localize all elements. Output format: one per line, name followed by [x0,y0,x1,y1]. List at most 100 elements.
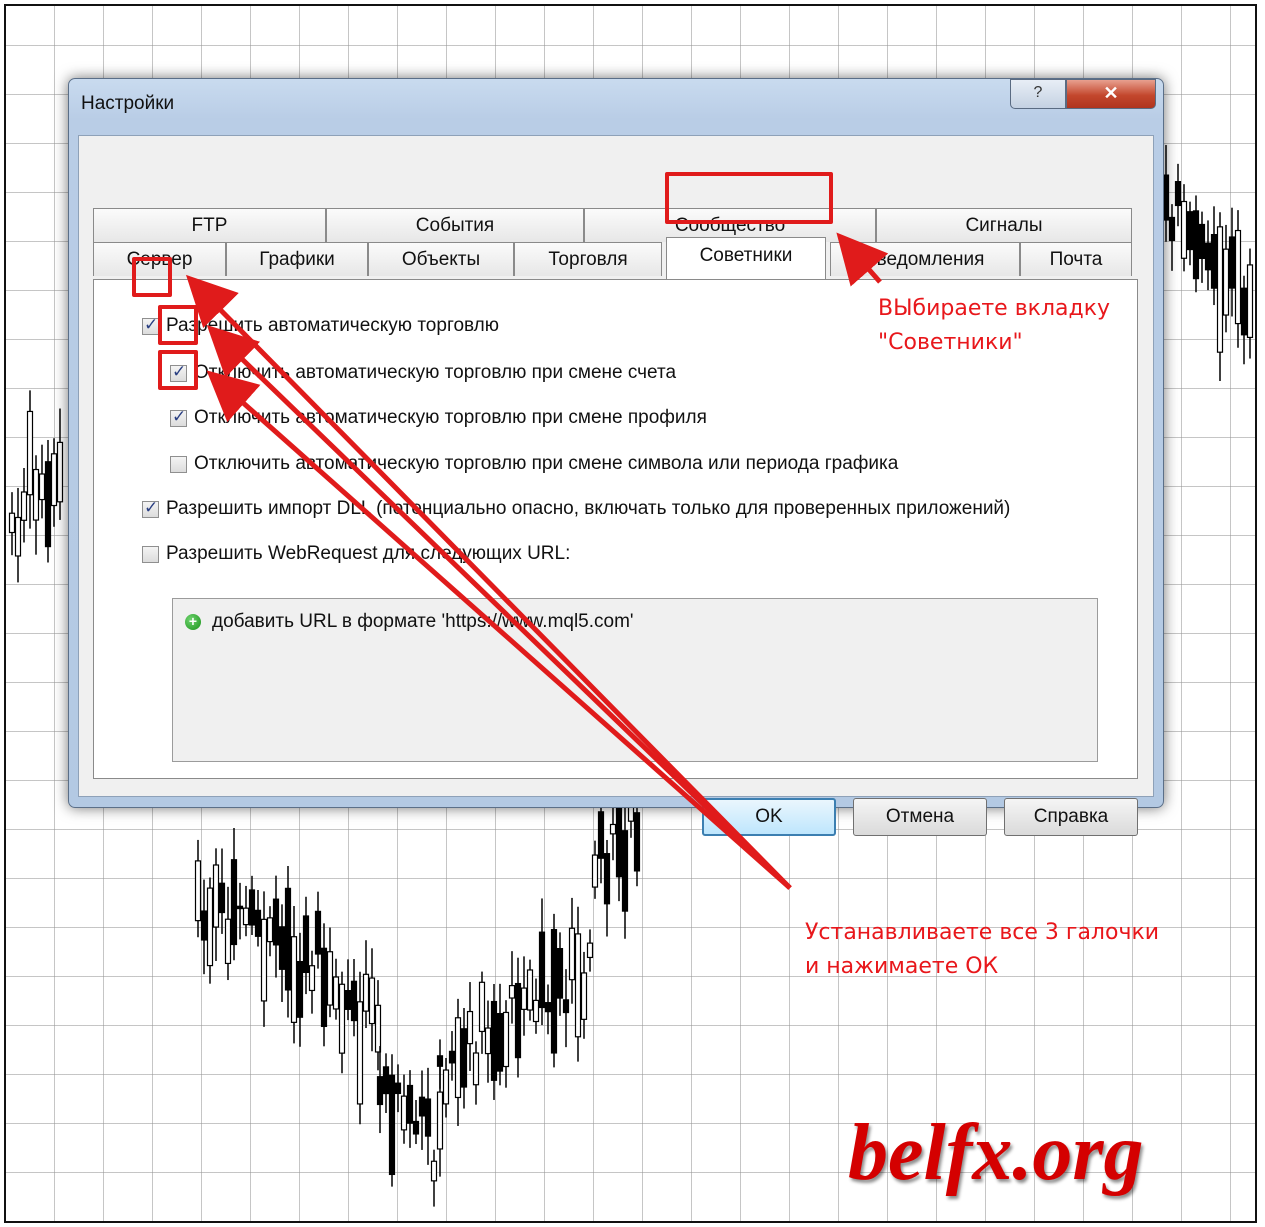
candle-body [382,1066,390,1095]
candle-body [260,918,268,1002]
option-label: Отключить автоматическую торговлю при см… [194,407,707,428]
dialog-client-area: FTP События Сообщество Сигналы Сервер Гр… [78,135,1154,836]
checkbox-unchecked[interactable] [170,455,187,473]
candle-body [332,976,340,1010]
candle-body [374,1004,382,1053]
candle-body [218,882,226,914]
candle-body [532,999,540,1023]
option-label: Отключить автоматическую торговлю при см… [194,362,677,383]
candle-body [597,811,605,859]
candle-body [1162,174,1170,221]
add-url-item[interactable]: + добавить URL в формате 'https://www.mq… [185,611,634,633]
option-disable-on-account-change[interactable]: Отключить автоматическую торговлю при см… [170,361,676,385]
tab-signals[interactable]: Сигналы [876,208,1132,242]
url-list[interactable]: + добавить URL в формате 'https://www.mq… [172,598,1098,762]
candle-body [1246,264,1254,339]
candle-body [284,887,292,991]
option-label: Отключить автоматическую торговлю при см… [194,453,899,474]
candle-body [466,1010,474,1045]
candle-body [1210,233,1218,289]
candle-body [633,812,641,872]
candle-body [272,898,280,946]
candle-body [248,889,256,926]
tab-expert-advisors[interactable]: Советники [666,237,826,279]
candle-body [1174,181,1182,207]
candle-body [50,453,58,507]
candle-body [1168,216,1176,242]
candle-body [562,999,570,1014]
candle-body [502,1011,510,1068]
candle-body [290,936,298,1023]
checkbox-checked[interactable] [142,315,159,335]
highlight-box [158,350,198,390]
candle-body [230,859,238,946]
candle-body [490,1000,498,1081]
candle-body [266,917,274,943]
candle-body [302,915,310,974]
candle-body [1222,248,1230,316]
candle-body [296,960,304,1018]
candle-body [538,931,546,1009]
candle-body [1234,229,1242,325]
option-disable-on-profile-change[interactable]: Отключить автоматическую торговлю при см… [170,406,707,430]
highlight-box [158,305,198,345]
tab-objects[interactable]: Объекты [368,242,514,276]
candle-body [236,905,244,910]
tab-trade[interactable]: Торговля [514,242,662,276]
checkbox-checked[interactable] [142,498,159,518]
checkbox-unchecked[interactable] [142,545,159,563]
candle-body [1240,287,1248,336]
candle-body [478,981,486,1033]
watermark-logo: belfx.org [848,1109,1144,1197]
candle-body [278,926,286,970]
settings-dialog: Настройки ? ✕ FTP События Сообщество Сиг… [68,78,1164,836]
cancel-button[interactable]: Отмена [853,798,987,836]
tab-ftp[interactable]: FTP [93,208,326,242]
checks-hint-note: Устанавливаете все 3 галочки и нажимаете… [805,916,1159,984]
tab-notifications[interactable]: Уведомления [830,242,1020,276]
help-button[interactable]: Справка [1004,798,1138,836]
help-icon[interactable]: ? [1010,79,1066,109]
option-disable-on-symbol-change[interactable]: Отключить автоматическую торговлю при см… [170,452,898,476]
candle-body [406,1084,414,1124]
candle-body [400,1095,408,1131]
option-allow-webrequest[interactable]: Разрешить WebRequest для следующих URL: [142,542,570,566]
tab-charts[interactable]: Графики [226,242,368,276]
candle-body [242,907,250,926]
tab-events[interactable]: События [326,208,584,242]
candle-body [26,410,34,496]
candle-body [454,1017,462,1099]
candle-body [514,982,522,1059]
candle-body [580,972,588,1020]
tab-mail[interactable]: Почта [1020,242,1132,276]
highlight-box [665,172,833,224]
add-url-label: добавить URL в формате 'https://www.mql5… [212,611,634,632]
candle-body [418,1096,426,1117]
dialog-title: Настройки [81,93,175,114]
candle-body [442,1069,450,1105]
candle-body [436,1091,444,1150]
option-allow-dll-import[interactable]: Разрешить импорт DLL (потенциально опасн… [142,497,1010,521]
candle-body [320,947,328,1028]
candle-body [1192,210,1200,280]
candle-body [254,909,262,937]
candle-body [508,985,516,999]
candle-body [448,1050,456,1064]
option-label: Разрешить автоматическую торговлю [166,315,500,336]
candle-body [200,910,208,941]
candle-body [484,1027,492,1055]
candle-body [520,987,528,1010]
candle-body [8,512,16,534]
candle-body [526,969,534,1011]
candle-body [1180,200,1188,259]
ok-button[interactable]: OK [702,798,836,836]
tab-hint-note: ВЫбираете вкладку "Советники" [878,292,1110,360]
candle-body [472,1052,480,1086]
checkbox-checked[interactable] [170,407,187,427]
checks-hint-line: Устанавливаете все 3 галочки [805,920,1160,945]
candle-body [212,864,220,928]
candle-body [308,965,316,992]
candle-body [1204,242,1212,271]
candle-body [603,853,611,905]
close-icon[interactable]: ✕ [1066,79,1156,109]
